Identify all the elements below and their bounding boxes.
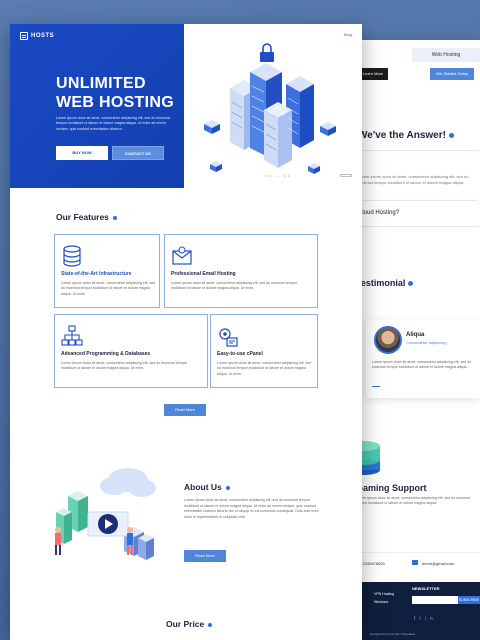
feature-title: Advanced Programming & Databases	[61, 351, 151, 357]
slider-pager[interactable]: 01 — 02	[266, 174, 291, 178]
buy-now-button[interactable]: BUY NOW	[56, 146, 108, 160]
feature-card[interactable]: Easy-to-use cPanel Lorem ipsum dolor sit…	[210, 314, 318, 388]
nav-link-blog[interactable]: Blog	[344, 32, 352, 37]
social-icons: ftin	[414, 616, 437, 622]
footer-link[interactable]: VPN Hosting	[374, 592, 394, 596]
feature-body: Lorem ipsum dolor sit amet, consectetur …	[171, 281, 298, 291]
about-illustration	[55, 468, 156, 560]
contact-us-button[interactable]: CONTACT US	[112, 146, 164, 160]
feature-title: Professional Email Hosting	[171, 271, 236, 277]
title-dot	[112, 215, 117, 220]
title-dot	[448, 132, 454, 138]
arrow-icon[interactable]	[372, 386, 380, 387]
divider	[358, 150, 478, 151]
feature-title: Easy-to-use cPanel	[217, 351, 263, 357]
network-icon	[61, 325, 83, 346]
feature-body: Lorem ipsum dolor sit amet, consectetur …	[217, 361, 312, 376]
faq-text: eiusmod tempor incididunt ut labore et d…	[358, 180, 465, 185]
front-page: HOSTS UNLIMITED WEB HOSTING Lorem ipsum …	[10, 24, 362, 640]
title-dot	[208, 622, 213, 627]
hero-title: UNLIMITED WEB HOSTING	[56, 74, 174, 112]
subscribe-button[interactable]: SUBSCRIBE	[458, 596, 480, 604]
hero-title-line: UNLIMITED	[56, 75, 146, 92]
contact-phone[interactable]: +12345678900	[358, 561, 385, 566]
logo[interactable]: HOSTS	[20, 32, 54, 40]
title-dot	[225, 485, 230, 490]
server-illustration	[204, 43, 336, 174]
logo-icon	[20, 32, 28, 40]
hero-section: HOSTS UNLIMITED WEB HOSTING Lorem ipsum …	[10, 24, 184, 188]
get-started-button[interactable]: Get Started Today	[430, 68, 474, 80]
read-more-button[interactable]: Read More	[164, 404, 206, 416]
avatar	[374, 326, 402, 354]
divider	[358, 200, 478, 201]
about-title: About Us	[184, 482, 230, 492]
feature-title: State-of-the-Art Infrastructure	[61, 271, 132, 277]
learn-more-button[interactable]: Learn More	[358, 68, 388, 80]
feature-card[interactable]: Advanced Programming & Databases Lorem i…	[54, 314, 208, 388]
tab-web-hosting[interactable]: Web Hosting	[412, 48, 480, 62]
feature-card[interactable]: State-of-the-Art Infrastructure Lorem ip…	[54, 234, 160, 308]
feature-body: Lorem ipsum dolor sit amet, consectetur …	[61, 361, 188, 371]
divider	[358, 226, 478, 227]
cloud	[100, 468, 156, 497]
footer-link[interactable]: Windows	[374, 600, 388, 604]
mail-icon	[412, 560, 418, 565]
feature-card[interactable]: Professional Email Hosting Lorem ipsum d…	[164, 234, 318, 308]
footer: NEWSLETTER SUBSCRIBE VPN Hosting Windows…	[356, 582, 480, 640]
testimonial-title: Testimonial	[356, 278, 414, 288]
testimonial-card: Aliqua Consectetur adipiscing Lorem ipsu…	[366, 320, 480, 398]
title-dot	[408, 281, 414, 287]
email-icon	[172, 246, 192, 265]
copyright: Designed by Free Html Templates	[370, 632, 416, 636]
server-cluster	[230, 43, 314, 168]
contact-email[interactable]: demo@gmail.com	[422, 561, 454, 566]
price-title: Our Price	[166, 619, 213, 629]
hero-subtitle: Lorem ipsum dolor sit amet, consectetur …	[56, 116, 170, 131]
faq-title: We've the Answer!	[358, 130, 454, 141]
faq-question[interactable]: Cloud Hosting?	[358, 210, 399, 216]
support-title: Gaming Support	[356, 483, 427, 493]
newsletter-email-input[interactable]	[412, 596, 458, 604]
testimonial-name: Aliqua	[406, 332, 425, 338]
contact-bar: +12345678900 demo@gmail.com	[356, 552, 480, 572]
testimonial-role: Consectetur adipiscing	[406, 340, 447, 345]
hero-title-line: WEB HOSTING	[56, 94, 174, 111]
feature-body: Lorem ipsum dolor sit amet, consectetur …	[61, 281, 156, 296]
support-text: Lorem ipsum dolor sit amet, consectetur …	[356, 496, 470, 506]
about-body: Lorem ipsum dolor sit amet, consectetur …	[184, 498, 319, 519]
about-read-more-button[interactable]: Read More	[184, 550, 226, 562]
testimonial-text: Lorem ipsum dolor sit amet, consectetur …	[372, 360, 472, 370]
slider-toggle[interactable]	[340, 174, 352, 177]
features-title: Our Features	[56, 212, 117, 222]
logo-text: HOSTS	[31, 33, 55, 39]
back-page: Web Hosting Learn More Get Started Today…	[356, 40, 480, 640]
linkedin-icon[interactable]: in	[425, 616, 437, 622]
database-icon	[63, 245, 81, 267]
cpanel-icon	[219, 328, 238, 347]
newsletter-title: NEWSLETTER	[412, 586, 440, 591]
